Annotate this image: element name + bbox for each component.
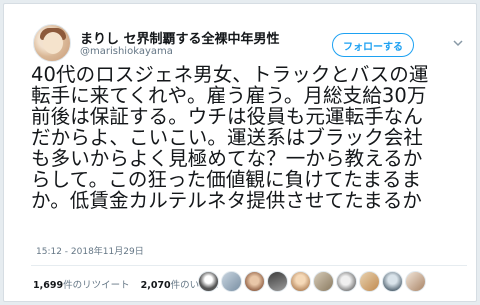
retweets-count: 1,699 [33,280,64,291]
avatar[interactable] [33,24,71,62]
follow-button[interactable]: フォローする [332,33,414,57]
avatar-face [43,32,63,54]
chevron-down-icon[interactable] [453,38,463,48]
liker-avatar[interactable] [244,271,265,292]
retweets-label: 件のリツイート [63,280,130,291]
liker-avatar[interactable] [359,271,380,292]
liker-avatar[interactable] [382,271,403,292]
retweet-stat[interactable]: 1,699件のリツイート [33,277,130,291]
liker-avatar[interactable] [267,271,288,292]
liker-avatars [198,271,426,293]
liker-avatar[interactable] [198,271,219,292]
divider [31,265,467,266]
liker-avatar[interactable] [336,271,357,292]
liker-avatar[interactable] [221,271,242,292]
user-handle[interactable]: @marishiokayama [80,46,173,57]
liker-avatar[interactable] [313,271,334,292]
tweet-timestamp[interactable]: 15:12 - 2018年11月29日 [36,244,144,257]
liker-avatar[interactable] [290,271,311,292]
tweet-text: 40代のロスジェネ男女、トラックとバスの運 転手に来てくれや。雇う雇う。月総支給… [31,63,429,212]
likes-count: 2,070 [140,280,171,291]
liker-avatar[interactable] [405,271,426,292]
follow-button-label: フォローする [343,41,403,53]
display-name[interactable]: まりし セ界制覇する全裸中年男性 [80,28,280,47]
